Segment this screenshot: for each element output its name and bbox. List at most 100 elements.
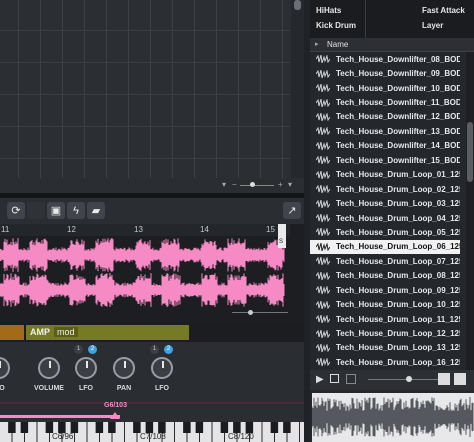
file-list-item[interactable]: Tech_House_Downlifter_15_BODTH bbox=[310, 153, 460, 167]
file-list-item[interactable]: Tech_House_Drum_Loop_04_125bpm bbox=[310, 211, 460, 225]
black-key[interactable] bbox=[95, 422, 104, 433]
tag-fast-attack[interactable]: Fast Attack bbox=[422, 6, 465, 15]
preview-position-handle[interactable] bbox=[406, 376, 412, 382]
preview-transport: ▶ bbox=[310, 370, 474, 390]
file-list-item[interactable]: Tech_House_Drum_Loop_08_125bpm bbox=[310, 269, 460, 283]
list-header[interactable]: ▸ Name bbox=[310, 38, 474, 52]
file-list-scrollbar[interactable] bbox=[466, 52, 474, 370]
tag-kick-drum[interactable]: Kick Drum bbox=[316, 21, 356, 30]
auto-play-icon[interactable] bbox=[438, 373, 450, 385]
file-list-item[interactable]: Tech_House_Drum_Loop_13_125bpm bbox=[310, 341, 460, 355]
black-key[interactable] bbox=[220, 422, 229, 433]
white-key[interactable] bbox=[300, 422, 304, 442]
file-list-item[interactable]: Tech_House_Drum_Loop_06_125bpm bbox=[310, 239, 460, 255]
amp-section-tab[interactable]: AMP mod bbox=[26, 325, 189, 340]
file-list-item[interactable]: Tech_House_Drum_Loop_05_125bpm bbox=[310, 225, 460, 239]
grid-line bbox=[194, 0, 195, 178]
file-list-item[interactable]: Tech_House_Drum_Loop_16_125bpm bbox=[310, 355, 460, 369]
zoom-menu-icon[interactable]: ▾ bbox=[288, 180, 292, 189]
pan-knob[interactable] bbox=[113, 357, 135, 379]
editor-vertical-scrollbar[interactable] bbox=[291, 0, 304, 178]
grid-line bbox=[260, 0, 261, 178]
file-list-item[interactable]: Tech_House_Drum_Loop_09_125bpm bbox=[310, 283, 460, 297]
lfo-knob-2[interactable] bbox=[151, 357, 173, 379]
lock-icon[interactable]: ▣ bbox=[47, 202, 65, 219]
mod-label[interactable]: mod bbox=[54, 327, 78, 337]
black-key[interactable] bbox=[20, 422, 29, 433]
name-column-header[interactable]: Name bbox=[327, 40, 348, 49]
marker-label: S bbox=[279, 239, 284, 245]
key-label-c7: C7/108 bbox=[140, 432, 166, 441]
preview-waveform[interactable] bbox=[312, 393, 474, 442]
file-list-item[interactable]: Tech_House_Drum_Loop_07_125bpm bbox=[310, 254, 460, 268]
sync-icon[interactable]: ⟳ bbox=[7, 202, 25, 219]
file-list-item[interactable]: Tech_House_Downlifter_08_BODTH bbox=[310, 52, 460, 66]
keyboard-zone[interactable]: G6/103 C6/96 C7/108 C8/120 bbox=[0, 400, 304, 442]
black-key[interactable] bbox=[108, 422, 116, 433]
file-list-item[interactable]: Tech_House_Drum_Loop_11_125bpm bbox=[310, 312, 460, 326]
black-key[interactable] bbox=[8, 422, 16, 433]
audio-file-icon bbox=[316, 170, 330, 179]
black-key[interactable] bbox=[195, 422, 204, 433]
loop-icon[interactable] bbox=[346, 374, 356, 384]
slice-icon[interactable]: ▰ bbox=[87, 202, 105, 219]
zoom-in-icon[interactable]: + bbox=[278, 180, 283, 189]
zoom-slider[interactable] bbox=[240, 185, 274, 186]
lfo-knob-1[interactable] bbox=[75, 357, 97, 379]
file-list-item[interactable]: Tech_House_Drum_Loop_12_125bpm bbox=[310, 326, 460, 340]
file-list-item[interactable]: Tech_House_Drum_Loop_01_125bpm bbox=[310, 168, 460, 182]
file-list-item[interactable]: Tech_House_Downlifter_11_BODTH bbox=[310, 95, 460, 109]
grid-line bbox=[106, 0, 107, 178]
scroll-down-icon[interactable]: ▾ bbox=[222, 180, 226, 189]
audio-file-icon bbox=[316, 329, 330, 338]
zoom-control[interactable]: ▾ − + ▾ bbox=[200, 180, 300, 192]
lfo2-badge[interactable]: 2 bbox=[88, 345, 97, 354]
editor-grid[interactable] bbox=[0, 0, 290, 178]
file-list-item[interactable]: Tech_House_Drum_Loop_10_125bpm bbox=[310, 297, 460, 311]
black-key[interactable] bbox=[183, 422, 191, 433]
lfo1-badge[interactable]: 1 bbox=[150, 345, 159, 354]
file-list[interactable]: Tech_House_Downlifter_08_BODTH Tech_House… bbox=[310, 52, 460, 381]
file-list-item[interactable]: Tech_House_Drum_Loop_03_125bpm bbox=[310, 196, 460, 210]
file-list-item[interactable]: Tech_House_Downlifter_13_BODTH bbox=[310, 124, 460, 138]
zoom-slider-handle[interactable] bbox=[250, 182, 255, 187]
blank-button[interactable] bbox=[27, 202, 45, 219]
lfo1-badge[interactable]: 1 bbox=[74, 345, 83, 354]
grid-line bbox=[62, 0, 63, 178]
scrollbar-thumb[interactable] bbox=[467, 122, 473, 182]
audio-file-icon bbox=[316, 286, 330, 295]
file-name: Tech_House_Drum_Loop_07_125bpm bbox=[336, 256, 460, 266]
black-key[interactable] bbox=[270, 422, 279, 433]
stop-icon[interactable] bbox=[330, 374, 339, 383]
sort-icon[interactable]: ▸ bbox=[315, 40, 319, 48]
waveform-zoom-slider[interactable] bbox=[232, 312, 288, 313]
previous-section-tab[interactable] bbox=[0, 325, 24, 340]
file-list-item[interactable]: Tech_House_Downlifter_10_BODTH bbox=[310, 81, 460, 95]
waveform-panel[interactable] bbox=[0, 224, 304, 322]
volume-knob[interactable] bbox=[38, 357, 60, 379]
black-key[interactable] bbox=[283, 422, 291, 433]
file-list-item[interactable]: Tech_House_Downlifter_12_BODTH bbox=[310, 110, 460, 124]
audio-file-icon bbox=[316, 84, 330, 93]
waveform-zoom-handle[interactable] bbox=[248, 310, 253, 315]
key-range-active[interactable] bbox=[0, 415, 120, 418]
audio-file-icon bbox=[316, 271, 330, 280]
root-key-marker[interactable] bbox=[110, 412, 120, 419]
scrollbar-thumb[interactable] bbox=[294, 0, 301, 10]
partial-knob[interactable] bbox=[0, 357, 10, 379]
expand-icon[interactable]: ↗ bbox=[283, 202, 301, 219]
lfo-knob-2-label: LFO bbox=[155, 385, 169, 392]
sync-preview-icon[interactable] bbox=[454, 373, 466, 385]
preview-position-slider[interactable] bbox=[368, 379, 440, 380]
timeline-ruler[interactable]: 11 12 13 14 15 bbox=[0, 224, 290, 236]
lightning-icon[interactable]: ϟ bbox=[67, 202, 85, 219]
lfo2-badge[interactable]: 2 bbox=[164, 345, 173, 354]
play-icon[interactable]: ▶ bbox=[316, 374, 324, 385]
file-list-item[interactable]: Tech_House_Downlifter_14_BODTH bbox=[310, 139, 460, 153]
zoom-out-icon[interactable]: − bbox=[232, 180, 237, 189]
tag-hihats[interactable]: HiHats bbox=[316, 6, 341, 15]
tag-layer[interactable]: Layer bbox=[422, 21, 443, 30]
file-list-item[interactable]: Tech_House_Drum_Loop_02_125bpm bbox=[310, 182, 460, 196]
file-name: Tech_House_Drum_Loop_05_125bpm bbox=[336, 227, 460, 237]
file-list-item[interactable]: Tech_House_Downlifter_09_BODTH bbox=[310, 66, 460, 80]
